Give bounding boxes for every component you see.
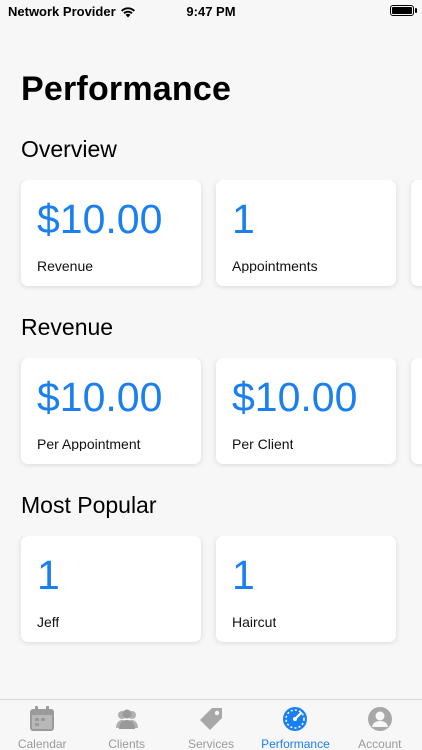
calendar-icon: [30, 706, 55, 731]
status-bar: Network Provider 9:47 PM: [0, 0, 422, 24]
revenue-cards[interactable]: $10.00 Per Appointment $10.00 Per Client: [0, 358, 422, 468]
page-title: Performance: [21, 70, 232, 108]
card-value: 1: [37, 552, 60, 596]
overview-cards[interactable]: $10.00 Revenue 1 Appointments: [0, 180, 422, 290]
section-title-most-popular: Most Popular: [21, 492, 157, 518]
card-value: $10.00: [37, 196, 163, 240]
per-client-card[interactable]: $10.00 Per Client: [216, 358, 396, 464]
tab-label: Calendar: [17, 737, 67, 750]
tab-label: Clients: [108, 737, 145, 750]
tab-clients[interactable]: Clients: [84, 700, 168, 750]
card-label: Per Client: [232, 436, 294, 451]
section-title-revenue: Revenue: [21, 314, 114, 340]
card-label: Haircut: [232, 614, 277, 629]
card-label: Per Appointment: [37, 436, 141, 451]
card-value: 1: [232, 196, 255, 240]
tab-calendar[interactable]: Calendar: [0, 700, 84, 750]
card-label: Revenue: [37, 258, 94, 273]
speedometer-icon: [283, 707, 308, 731]
tab-services[interactable]: Services: [169, 700, 253, 750]
account-icon: [367, 707, 392, 731]
appointments-card[interactable]: 1 Appointments: [216, 180, 396, 286]
clients-icon: [115, 709, 138, 729]
card-value: $10.00: [37, 374, 163, 418]
tag-icon: [200, 708, 223, 730]
clock: 9:47 PM: [186, 4, 236, 19]
next-card-peek[interactable]: [411, 180, 422, 286]
popular-client-card[interactable]: 1 Jeff: [21, 536, 201, 642]
battery-icon: [390, 5, 417, 16]
card-value: $10.00: [232, 374, 358, 418]
next-card-peek[interactable]: [411, 358, 422, 464]
card-value: 1: [232, 552, 255, 596]
per-appointment-card[interactable]: $10.00 Per Appointment: [21, 358, 201, 464]
tab-label: Performance: [261, 737, 330, 750]
tab-bar: Calendar Clients Services Performance Ac…: [0, 699, 422, 750]
tab-performance[interactable]: Performance: [253, 700, 337, 750]
section-title-overview: Overview: [21, 136, 117, 162]
revenue-card[interactable]: $10.00 Revenue: [21, 180, 201, 286]
tab-account[interactable]: Account: [338, 700, 422, 750]
popular-service-card[interactable]: 1 Haircut: [216, 536, 396, 642]
popular-cards[interactable]: 1 Jeff 1 Haircut: [0, 536, 422, 646]
tab-label: Account: [358, 737, 402, 750]
card-label: Appointments: [232, 258, 318, 273]
card-label: Jeff: [37, 614, 60, 629]
tab-label: Services: [188, 737, 235, 750]
